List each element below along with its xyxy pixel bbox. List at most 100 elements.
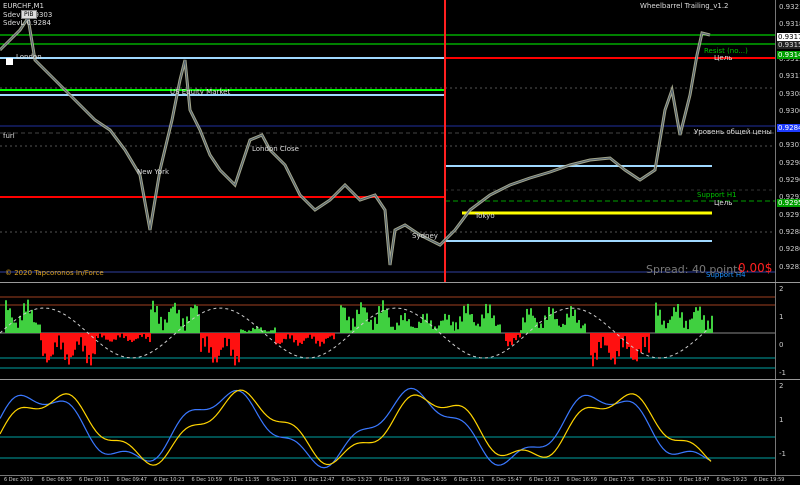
session-label-us-equity: US Equity Market — [170, 88, 231, 96]
histogram-bar — [281, 333, 283, 343]
time-tick-label: 6 Dec 16:59 — [566, 477, 597, 483]
histogram-bar — [319, 333, 321, 347]
histogram-bar — [158, 323, 160, 333]
histogram-bar — [125, 333, 127, 337]
histogram-bar — [634, 333, 636, 360]
histogram-bar — [348, 316, 350, 333]
histogram-bar — [143, 333, 145, 335]
stochastic-oscillator-pane[interactable]: 2 1 -1 — [0, 380, 800, 475]
pib-button[interactable]: PIB — [21, 10, 37, 19]
histogram-bar — [524, 322, 526, 333]
axis-tick-label: 1 — [779, 313, 784, 321]
histogram-bar — [80, 333, 82, 338]
histogram-bar — [422, 314, 424, 333]
support-price-tag: 0.92958 — [777, 199, 800, 207]
histogram-bar — [248, 330, 250, 333]
histogram-bar — [457, 329, 459, 333]
histogram-bar — [147, 333, 149, 337]
histogram-bar — [289, 333, 291, 339]
histogram-bar — [596, 333, 598, 360]
histogram-bar — [374, 317, 376, 333]
histogram-bar — [540, 323, 542, 333]
histogram-bar — [448, 314, 450, 333]
stochastic-axis[interactable]: 2 1 -1 — [775, 380, 800, 475]
histogram-bar — [285, 333, 287, 340]
price-chart-pane[interactable]: EURCHF,M1 SdevH 1.9303 SdevL 0.9284 PIB … — [0, 0, 800, 282]
histogram-bar — [266, 331, 268, 333]
histogram-bar — [701, 319, 703, 333]
histogram-bar — [226, 333, 228, 347]
histogram-canvas[interactable] — [0, 283, 800, 379]
price-tick-label: 0.92835 — [779, 262, 800, 271]
histogram-bar — [402, 320, 404, 333]
histogram-bar — [95, 333, 97, 337]
histogram-oscillator-pane[interactable]: 2 1 0 -1 — [0, 283, 800, 379]
histogram-bar — [628, 333, 630, 347]
common-price-tag: 0.92840 — [777, 124, 800, 132]
histogram-bar — [133, 333, 135, 341]
histogram-bar — [414, 327, 416, 333]
histogram-bar — [519, 333, 521, 338]
price-axis[interactable]: 0.932100.931850.931600.931350.931100.930… — [775, 0, 800, 282]
session-label-furl: furl — [3, 132, 15, 140]
stochastic-canvas[interactable] — [0, 380, 800, 475]
histogram-bar — [21, 320, 23, 333]
histogram-bar — [74, 333, 76, 350]
histogram-bar — [442, 320, 444, 333]
histogram-bar — [608, 333, 610, 353]
histogram-bar — [382, 300, 384, 333]
histogram-bar — [194, 304, 196, 333]
histogram-bar — [671, 316, 673, 333]
histogram-bar — [97, 333, 99, 338]
price-chart-canvas[interactable] — [0, 0, 800, 282]
histogram-bar — [646, 333, 648, 337]
histogram-bar — [604, 333, 606, 346]
histogram-bar — [156, 306, 158, 333]
histogram-bar — [522, 317, 524, 333]
histogram-bar — [214, 333, 216, 358]
histogram-bar — [33, 322, 35, 333]
histogram-bar — [452, 321, 454, 333]
histogram-bar — [342, 307, 344, 333]
histogram-bar — [655, 302, 657, 333]
histogram-bar — [162, 330, 164, 333]
histogram-bar — [84, 333, 86, 346]
time-tick-label: 6 Dec 08:35 — [41, 477, 72, 483]
time-tick-label: 6 Dec 10:59 — [191, 477, 222, 483]
histogram-bar — [444, 313, 446, 333]
histogram-bar — [424, 319, 426, 333]
main-line — [0, 387, 712, 469]
time-tick-label: 6 Dec 2019 — [4, 477, 33, 483]
histogram-bar — [568, 317, 570, 333]
time-tick-label: 6 Dec 19:23 — [716, 477, 747, 483]
histogram-bar — [600, 333, 602, 349]
histogram-bar — [86, 333, 88, 364]
histogram-bar — [548, 306, 550, 333]
histogram-bar — [78, 333, 80, 345]
histogram-bar — [62, 333, 64, 343]
histogram-bar — [56, 333, 58, 348]
histogram-bar — [463, 305, 465, 333]
histogram-bar — [39, 324, 41, 333]
histogram-bar — [390, 326, 392, 333]
histogram-bar — [200, 333, 202, 352]
histogram-bar — [536, 322, 538, 333]
time-tick-label: 6 Dec 12:47 — [304, 477, 335, 483]
histogram-bar — [168, 311, 170, 333]
histogram-axis[interactable]: 2 1 0 -1 — [775, 283, 800, 379]
histogram-bar — [160, 316, 162, 333]
session-label-new-york: New York — [137, 168, 170, 176]
histogram-bar — [528, 314, 530, 333]
histogram-bar — [186, 316, 188, 333]
histogram-bar — [190, 307, 192, 333]
histogram-bar — [317, 333, 319, 341]
histogram-bar — [370, 319, 372, 333]
histogram-bar — [526, 308, 528, 333]
histogram-bar — [164, 319, 166, 333]
histogram-bar — [246, 331, 248, 333]
histogram-bar — [440, 320, 442, 333]
histogram-bar — [72, 333, 74, 356]
histogram-bar — [392, 326, 394, 333]
histogram-bar — [592, 333, 594, 367]
histogram-bar — [131, 333, 133, 343]
